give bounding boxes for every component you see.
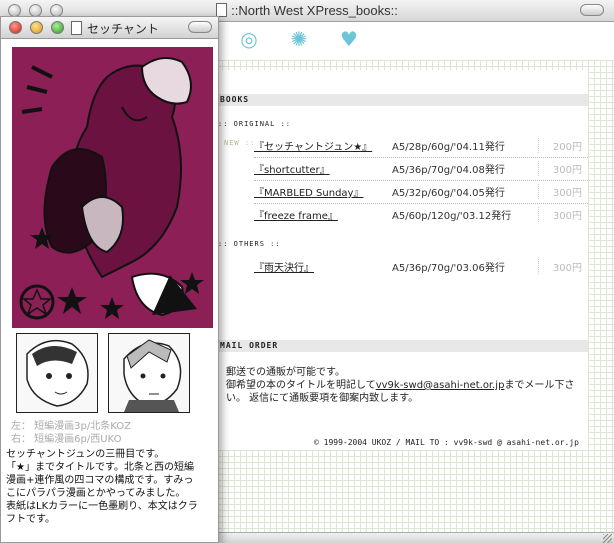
others-subheading: :: OTHERS :: (218, 240, 281, 248)
close-button[interactable] (9, 21, 22, 34)
cover-illustration (12, 47, 213, 328)
book-title-link[interactable]: 『MARBLED Sunday』 (254, 184, 363, 199)
book-title-link[interactable]: 『雨天決行』 (254, 259, 314, 274)
popup-window: セッチャント 左： 短編漫画3p/北条KOZ 右： 短編漫画6p/西UKO セッ… (0, 16, 219, 543)
new-badge: NEW :: (224, 139, 256, 147)
manga-thumbnail-left (16, 333, 98, 413)
document-icon (216, 3, 228, 17)
zoom-button[interactable] (51, 21, 64, 34)
book-price: 300円 (538, 161, 588, 176)
row-divider (254, 203, 588, 204)
books-panel: BOOKS :: ORIGINAL :: NEW :: 『セッチャントジュン★』… (214, 70, 588, 450)
book-row: 『MARBLED Sunday』 A5/32p/60g/'04.05発行 300… (254, 182, 588, 202)
mail-order-line: 御希望の本のタイトルを明記してvv9k-swd@asahi-net.or.jpま… (226, 380, 575, 391)
star-burst-icon[interactable]: ✺ (288, 28, 310, 50)
original-subheading: :: ORIGINAL :: (218, 120, 292, 128)
page-content: BOOKS :: ORIGINAL :: NEW :: 『セッチャントジュン★』… (210, 60, 614, 532)
book-cover-image (12, 47, 213, 328)
minimize-button[interactable] (30, 21, 43, 34)
row-divider (254, 157, 588, 158)
document-icon (71, 21, 82, 35)
mail-order-line: い。 返信にて通販要項を御案内致します。 (226, 393, 419, 404)
row-divider (254, 180, 588, 181)
manga-thumbnail-right (108, 333, 190, 413)
resize-grip-icon[interactable] (603, 534, 612, 543)
target-icon[interactable]: ◎ (238, 28, 260, 50)
book-title-link[interactable]: 『freeze frame』 (254, 207, 338, 222)
book-price: 300円 (538, 184, 588, 199)
book-spec: A5/28p/60g/'04.11発行 (392, 142, 505, 153)
book-title-link[interactable]: 『shortcutter』 (254, 161, 330, 176)
popup-title: セッチャント (87, 22, 159, 36)
book-price: 200円 (538, 138, 588, 153)
toolbar-toggle-button[interactable] (580, 4, 604, 16)
book-row: 『freeze frame』 A5/60p/120g/'03.12発行 300円 (254, 205, 588, 225)
book-description: セッチャントジュンの三冊目です。 「★」までタイトルです。北条と西の短編 漫画+… (6, 449, 198, 525)
heart-icon[interactable]: ♥ (338, 28, 360, 50)
toolbar-toggle-button[interactable] (188, 21, 212, 33)
book-title-link[interactable]: 『セッチャントジュン★』 (254, 138, 372, 153)
popup-title-bar[interactable]: セッチャント (1, 17, 218, 39)
book-row: 『セッチャントジュン★』 A5/28p/60g/'04.11発行 200円 (254, 136, 588, 156)
credit-right: 右： 短編漫画6p/西UKO (11, 434, 122, 445)
book-spec: A5/36p/70g/'04.08発行 (392, 165, 505, 176)
book-spec: A5/60p/120g/'03.12発行 (392, 211, 512, 222)
email-link[interactable]: vv9k-swd@asahi-net.or.jp (376, 380, 505, 391)
books-heading: BOOKS (214, 94, 588, 106)
book-price: 300円 (538, 259, 588, 274)
book-price: 300円 (538, 207, 588, 222)
book-row: 『雨天決行』 A5/36p/70g/'03.06発行 300円 (254, 257, 588, 277)
mail-order-heading: MAIL ORDER (214, 340, 588, 352)
mail-order-line: 郵送での通販が可能です。 (226, 367, 345, 378)
copyright-footer: © 1999-2004 UKOZ / MAIL TO : vv9k-swd @ … (310, 438, 583, 447)
book-row: 『shortcutter』 A5/36p/70g/'04.08発行 300円 (254, 159, 588, 179)
book-spec: A5/36p/70g/'03.06発行 (392, 263, 505, 274)
book-spec: A5/32p/60g/'04.05発行 (392, 188, 505, 199)
